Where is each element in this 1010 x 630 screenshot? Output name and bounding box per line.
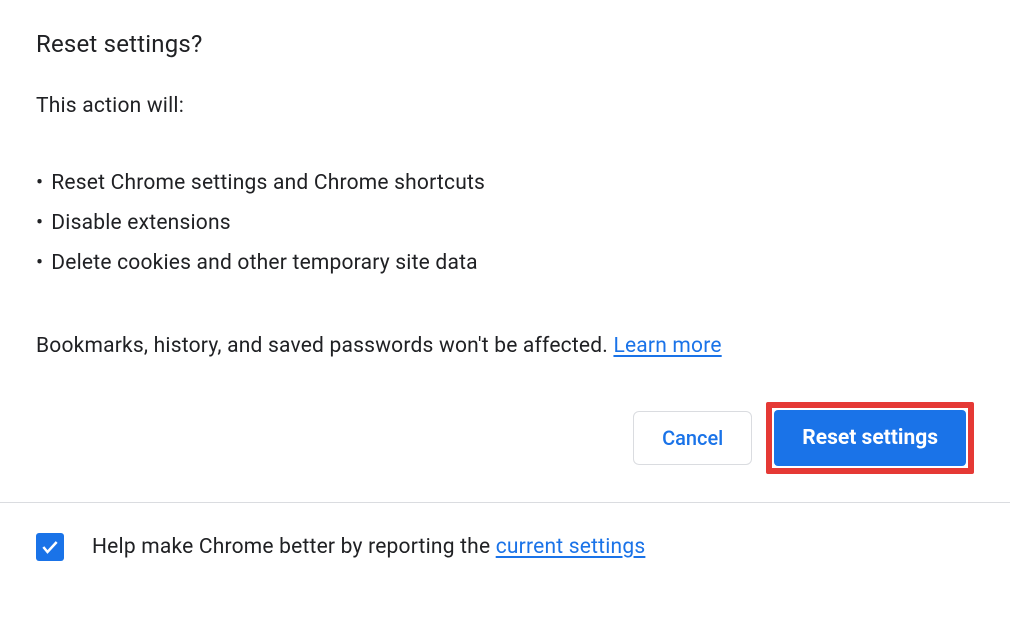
bullet-dot-icon: • [36,244,43,284]
footnote-text: Bookmarks, history, and saved passwords … [36,334,613,358]
list-item-text: Delete cookies and other temporary site … [51,244,477,284]
report-settings-checkbox[interactable] [36,533,64,561]
bullet-dot-icon: • [36,164,43,204]
list-item-text: Reset Chrome settings and Chrome shortcu… [51,164,485,204]
reset-settings-button[interactable]: Reset settings [774,410,966,466]
dialog-button-row: Cancel Reset settings [36,402,974,502]
footer-text-prefix: Help make Chrome better by reporting the [92,535,496,559]
action-list: • Reset Chrome settings and Chrome short… [36,164,974,284]
checkmark-icon [40,537,60,557]
current-settings-link[interactable]: current settings [496,535,646,559]
list-item: • Disable extensions [36,204,974,244]
learn-more-link[interactable]: Learn more [613,334,721,358]
list-item: • Delete cookies and other temporary sit… [36,244,974,284]
reset-settings-dialog: Reset settings? This action will: • Rese… [0,0,1010,502]
dialog-footnote: Bookmarks, history, and saved passwords … [36,334,974,358]
list-item-text: Disable extensions [51,204,231,244]
list-item: • Reset Chrome settings and Chrome short… [36,164,974,204]
dialog-footer: Help make Chrome better by reporting the… [0,503,1010,591]
dialog-title: Reset settings? [36,30,974,58]
reset-button-highlight: Reset settings [766,402,974,474]
bullet-dot-icon: • [36,204,43,244]
cancel-button[interactable]: Cancel [633,411,752,465]
footer-label: Help make Chrome better by reporting the… [92,535,645,559]
dialog-subtitle: This action will: [36,94,974,118]
